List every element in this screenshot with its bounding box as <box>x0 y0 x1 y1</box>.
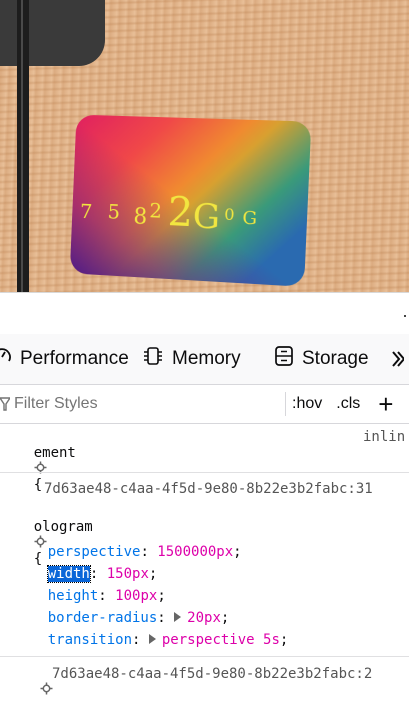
dark-shape <box>0 0 105 66</box>
divider <box>0 472 409 473</box>
hov-button[interactable]: :hov <box>292 395 322 413</box>
performance-icon <box>0 346 12 372</box>
cls-button[interactable]: .cls <box>336 395 360 413</box>
tab-label: Memory <box>172 348 241 369</box>
hologram-char: G <box>241 207 258 230</box>
filter-icon <box>0 396 10 412</box>
hologram-char: 2 <box>148 198 163 223</box>
tab-performance[interactable]: Performance <box>0 334 142 384</box>
rule-source-link[interactable]: 7d63ae48-c4aa-4f5d-9e80-8b22e3b2fabc:2 <box>52 666 372 682</box>
tab-memory[interactable]: Memory <box>142 334 274 384</box>
hologram-char: G <box>192 196 221 238</box>
filter-styles-input[interactable] <box>12 394 271 414</box>
rules-pane: ement { inlin 7d63ae48-c4aa-4f5d-9e80-8b… <box>0 424 409 695</box>
element-rule-header: ement { <box>0 429 76 509</box>
property-value[interactable]: 1500000px <box>157 544 233 560</box>
page-preview: 7 5 8 2 2 G 0 G <box>0 0 409 292</box>
open-brace: { <box>33 477 43 493</box>
hologram-char: 5 <box>107 199 121 224</box>
expand-triangle-icon[interactable] <box>148 634 156 644</box>
storage-icon <box>274 345 294 373</box>
property-value[interactable]: perspective 5s <box>162 632 280 648</box>
tab-storage[interactable]: Storage <box>274 334 392 384</box>
element-source[interactable]: inlin <box>363 429 405 445</box>
divider <box>0 656 409 657</box>
devtools-tabbar: Performance Memory Storage <box>0 334 409 385</box>
memory-icon <box>142 345 164 373</box>
hologram-char: 2 <box>166 189 195 237</box>
rule-source-row <box>0 666 53 714</box>
hologram-text: 7 5 8 2 2 G 0 G <box>79 185 258 239</box>
tab-label: Performance <box>20 348 129 369</box>
chevron-more-icon[interactable] <box>392 334 404 384</box>
preview-footer <box>0 292 409 334</box>
separator <box>285 392 286 416</box>
tab-label: Storage <box>302 348 369 369</box>
styles-filter-bar: :hov .cls + <box>0 385 409 424</box>
pole-highlight <box>21 0 23 292</box>
hologram-char: 8 <box>132 204 148 230</box>
hologram-char: 0 <box>223 204 235 225</box>
hologram-char: 7 <box>79 199 93 224</box>
add-rule-button[interactable]: + <box>378 391 393 417</box>
dot <box>404 315 406 317</box>
rule-source-link[interactable]: 7d63ae48-c4aa-4f5d-9e80-8b22e3b2fabc:31 <box>44 481 373 497</box>
property-name[interactable]: transition <box>48 632 132 648</box>
gear-icon[interactable] <box>40 682 53 695</box>
element-selector: ement <box>33 445 76 461</box>
pole <box>17 0 29 292</box>
hologram-card[interactable]: 7 5 8 2 2 G 0 G <box>69 114 312 287</box>
